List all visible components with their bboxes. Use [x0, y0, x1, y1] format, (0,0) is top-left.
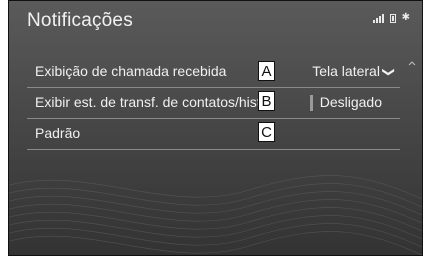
signal-bars-icon	[372, 14, 384, 23]
background-wave-pattern	[9, 175, 422, 255]
select-value: Tela lateral	[312, 63, 380, 79]
status-icons: ✱	[372, 12, 410, 23]
header-bar: Notificações ✱	[9, 1, 422, 45]
scroll-up-icon[interactable]	[408, 59, 416, 93]
row-incoming-call-display[interactable]: Exibição de chamada recebida Tela latera…	[27, 57, 400, 88]
row-default[interactable]: Padrão	[27, 119, 400, 150]
notifications-screen: Notificações ✱ Exibição de chamada receb…	[8, 0, 423, 256]
row-contacts-transfer-status[interactable]: Exibir est. de transf. de contatos/hist.…	[27, 88, 400, 119]
toggle-indicator	[310, 95, 313, 111]
row-label: Exibição de chamada recebida	[35, 63, 227, 79]
chevron-down-icon: ❯	[381, 66, 396, 78]
callout-c: C	[258, 122, 275, 142]
battery-icon	[389, 14, 396, 23]
callout-b: B	[258, 91, 275, 111]
bluetooth-icon: ✱	[401, 12, 410, 23]
incoming-call-display-select[interactable]: Tela lateral ❯	[312, 63, 396, 79]
row-label: Padrão	[35, 125, 81, 141]
page-title: Notificações	[27, 10, 133, 31]
contacts-transfer-status-value[interactable]: Desligado	[320, 94, 382, 110]
callout-a: A	[258, 61, 275, 81]
row-label: Exibir est. de transf. de contatos/hist.	[35, 94, 265, 110]
